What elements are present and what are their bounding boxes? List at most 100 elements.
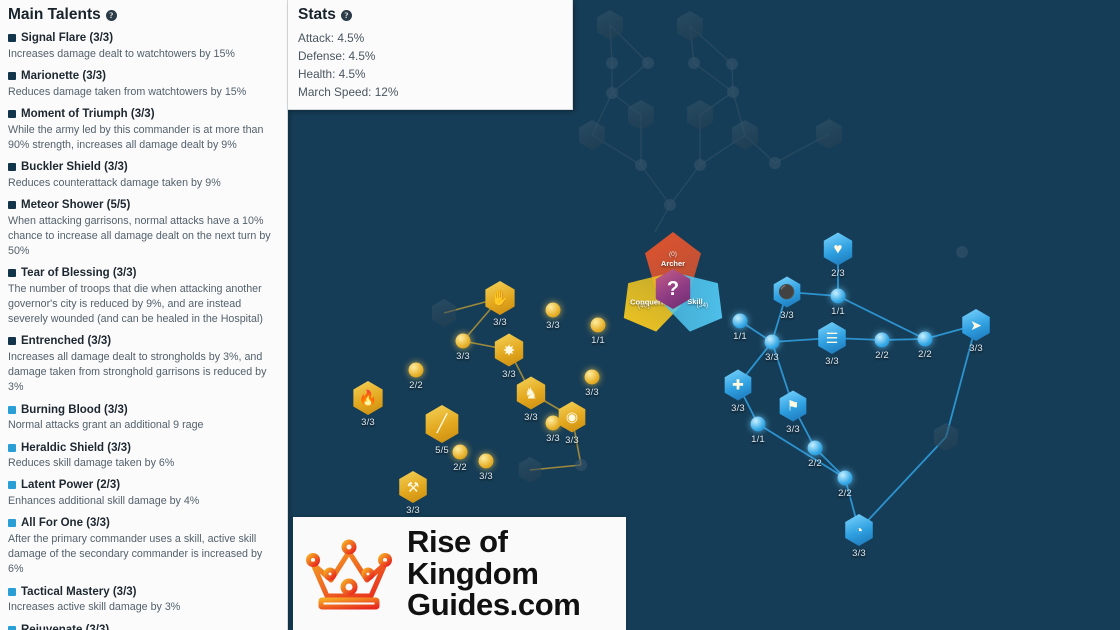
talent-node-rank: 2/2 [453,461,467,473]
talent-node-small[interactable] [408,362,424,378]
talent-node[interactable] [430,299,458,327]
talent-node-scroll-icon[interactable]: ☰ [816,322,848,354]
talent-node-burst-icon[interactable]: ✸ [493,333,526,367]
talent-node-icon [628,100,654,130]
talent-node-small[interactable] [732,313,748,329]
talent-node-small[interactable] [478,453,494,469]
talent-description: Normal attacks grant an additional 9 rag… [8,419,204,432]
talent-node-cross-shield-icon[interactable]: ✚ [723,369,754,401]
talent-node-rank: 2/2 [875,349,889,361]
talent-node-swirl-icon[interactable]: ◔ [843,514,875,546]
talent-node-small[interactable] [664,199,676,211]
talent-item: Rejuvenate (3/3)Instantly restores 60 ra… [8,623,277,630]
talent-node[interactable] [730,120,760,150]
talent-name: Marionette [21,69,80,82]
talent-node[interactable] [814,119,844,149]
talent-rank: (3/3) [82,69,107,82]
talent-node-rank: 2/3 [831,267,845,279]
stats-label: Stats [298,6,336,23]
help-icon[interactable]: ? [105,9,117,21]
talent-rank: (3/3) [86,517,110,530]
talent-node-small[interactable] [807,440,823,456]
talent-node-flame-icon[interactable]: 🔥 [351,381,385,415]
talent-tree-square [8,587,16,596]
talent-description: Enhances additional skill damage by 4% [8,495,200,508]
talent-node-small[interactable] [727,86,739,98]
talent-node[interactable] [626,100,656,130]
main-talents-panel[interactable]: Main Talents ? Signal Flare (3/3) Increas… [0,0,288,630]
talent-node-small[interactable] [575,459,587,471]
help-icon[interactable]: ? [340,9,352,21]
site-watermark: Rise of Kingdom Guides.com [293,517,626,630]
talent-node[interactable] [932,423,960,451]
talent-header: All For One (3/3) [8,516,277,531]
talent-rank: (2/3) [96,479,121,492]
talent-node-rank: 3/3 [361,417,375,428]
hand-icon: ✋ [485,281,515,315]
feather-icon: ➤ [962,309,990,341]
talent-node[interactable] [685,100,715,130]
talent-node-small[interactable] [769,157,781,169]
talent-node-small[interactable] [956,246,968,258]
hub-archer-name: Archer [660,259,686,269]
talent-name: Tear of Blessing [21,267,110,280]
talent-item: Marionette (3/3) Reduces damage taken fro… [8,69,277,100]
talent-node-small[interactable] [764,334,780,350]
stat-line: March Speed: 12% [298,85,399,100]
talent-node-hand-icon[interactable]: ✋ [483,281,517,315]
talent-node-horse-icon[interactable]: ♞ [515,376,548,410]
talent-node-small[interactable] [452,444,468,460]
talent-node-small[interactable] [590,317,606,333]
crown-icon [306,539,392,609]
talent-node-banner-icon[interactable]: ⚑ [778,390,809,422]
talent-node-rank: 3/3 [731,402,745,414]
talent-node-small[interactable] [545,302,561,318]
talent-node-small[interactable] [874,332,890,348]
talent-node[interactable] [577,120,607,150]
talent-node-rank: 3/3 [456,350,470,362]
talent-node-feather-icon[interactable]: ➤ [960,309,992,341]
talent-node-crossed-hammers-icon[interactable]: ⚒ [397,471,429,503]
talent-item: Tactical Mastery (3/3) Increases active s… [8,585,277,616]
main-talents-label: Main Talents [8,6,101,23]
swirl-icon: ◔ [845,514,873,546]
talent-node-heart-shield-icon[interactable]: ♥ [822,232,855,266]
talent-node-rank: 3/3 [765,351,779,363]
talent-node-rank: 3/3 [585,386,599,398]
talent-node-small[interactable] [455,333,471,349]
talent-node-small[interactable] [750,416,766,432]
talent-node-small[interactable] [606,87,618,99]
talent-node-small[interactable] [584,369,600,385]
talent-item: Latent Power (2/3) Enhances additional sk… [8,478,277,509]
talent-node-rank: 2/2 [838,487,852,499]
talent-node[interactable] [517,457,543,483]
talent-header: Burning Blood (3/3) [8,403,277,418]
talent-node-icon [732,120,758,150]
talent-node-small[interactable] [606,57,618,69]
talent-node-small[interactable] [635,159,647,171]
talent-header: Signal Flare (3/3) [8,31,277,46]
talent-node-gear-icon[interactable]: ◉ [557,401,588,433]
talent-header: Meteor Shower (5/5) [8,198,277,213]
talent-node-small[interactable] [694,159,706,171]
talent-node-small[interactable] [688,57,700,69]
crossed-hammers-icon: ⚒ [399,471,427,503]
talent-node[interactable] [675,11,705,41]
talent-node-rank: 1/1 [733,330,747,342]
talent-node-slash-marks-icon[interactable]: ╱ [423,405,461,443]
talent-rank: (3/3) [112,585,137,598]
talent-description: Increases all damage dealt to stronghold… [8,351,267,394]
talent-tree-hub[interactable]: (0) Archer (40) Conquering (34) Skill ? [617,232,729,345]
talent-node-small[interactable] [917,331,933,347]
talent-node-rank: 3/3 [852,548,866,559]
stats-panel: Stats ? Attack: 4.5% Defense: 4.5% Health:… [288,0,573,111]
talent-tree-square [8,443,16,452]
talent-node[interactable] [595,10,625,40]
talent-node-rank: 3/3 [825,356,839,367]
talent-node-small[interactable] [642,57,654,69]
talent-node-small[interactable] [837,470,853,486]
bomb-icon: ⚫ [773,276,801,308]
talent-node-bomb-icon[interactable]: ⚫ [772,276,803,308]
talent-node-small[interactable] [830,288,846,304]
talent-node-small[interactable] [726,58,738,70]
